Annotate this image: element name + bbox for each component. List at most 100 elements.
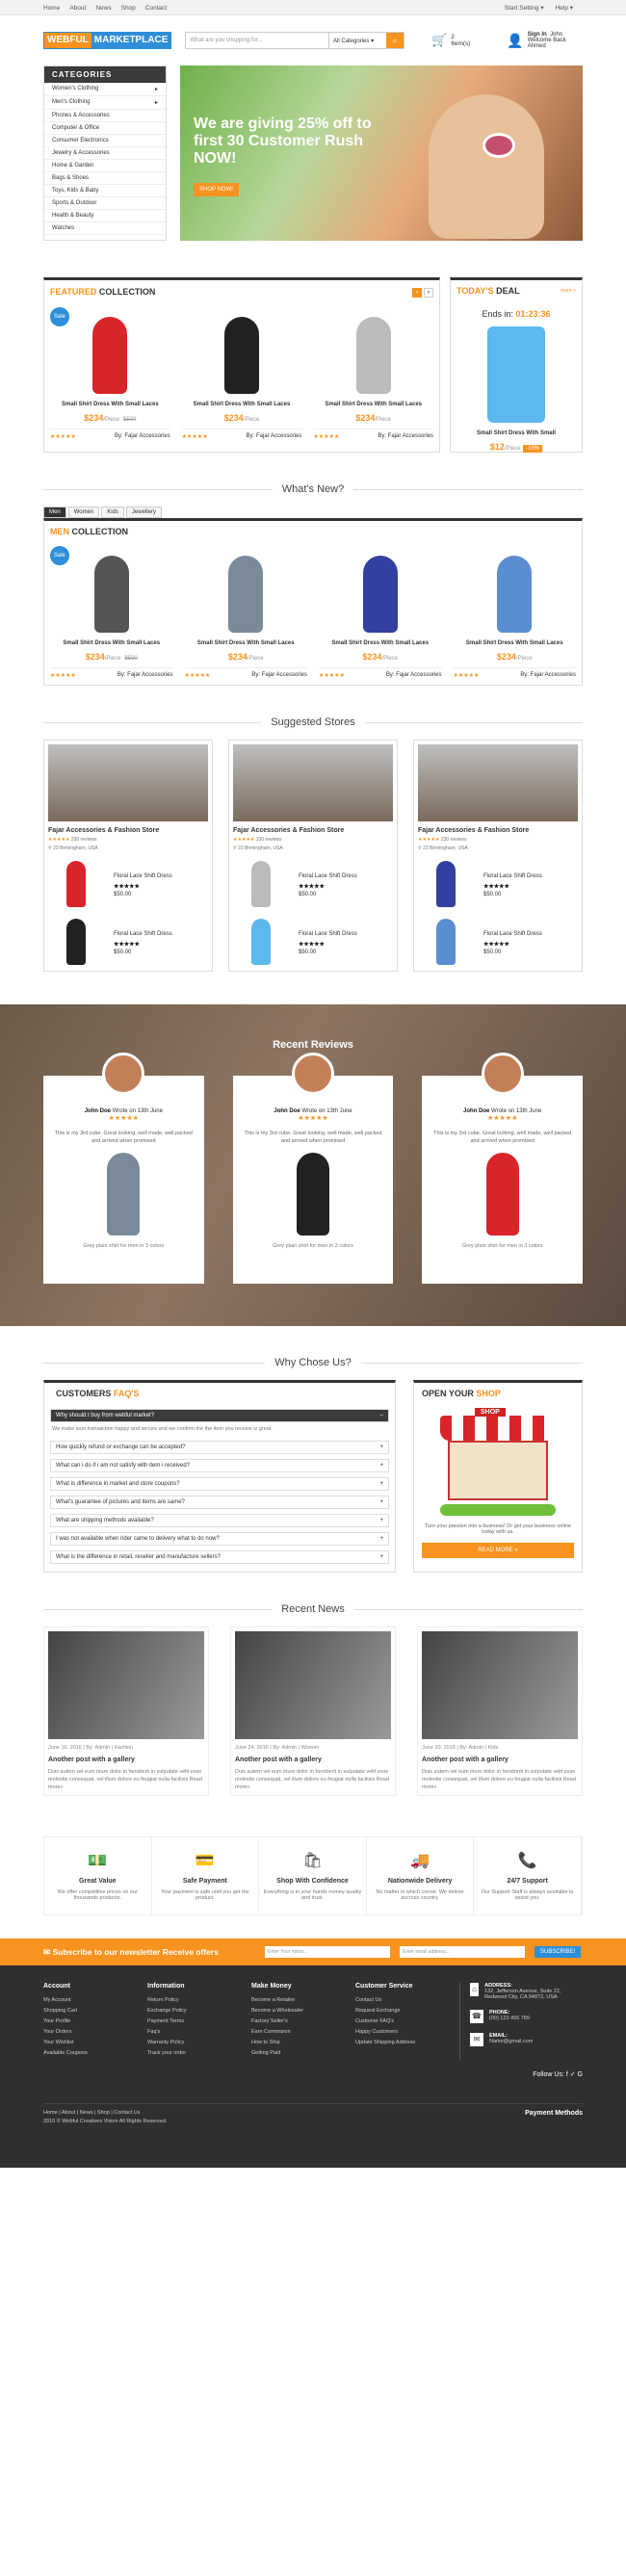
product-name[interactable]: Small Shirt Dress With Small Laces	[454, 640, 577, 646]
store-item[interactable]: Floral Lace Shift Dress ★★★★★ $50.00	[418, 861, 578, 909]
product-image[interactable]	[454, 548, 577, 633]
product-seller[interactable]: By: Fajar Accessories	[386, 672, 442, 679]
footer-link[interactable]: How to Ship	[251, 2040, 336, 2045]
store-name[interactable]: Fajar Accessories & Fashion Store	[418, 827, 578, 834]
search-input[interactable]: What are you shopping for...	[186, 33, 328, 48]
logo[interactable]: WEBFUL MARKETPLACE	[43, 32, 172, 49]
product-seller[interactable]: By: Fajar Accessories	[247, 433, 302, 440]
store-card[interactable]: Fajar Accessories & Fashion Store ★★★★★ 2…	[228, 740, 398, 972]
store-item-name[interactable]: Floral Lace Shift Dress	[114, 931, 172, 937]
product-image[interactable]	[185, 548, 308, 633]
footer-link[interactable]: Getting Paid	[251, 2050, 336, 2056]
faq-item[interactable]: How quickly refund or exchange can be ac…	[50, 1441, 389, 1454]
store-item[interactable]: Floral Lace Shift Dress ★★★★★ $50.00	[418, 919, 578, 967]
footer-link[interactable]: Earn Commision	[251, 2029, 336, 2035]
footer-link[interactable]: Your Wishlist	[43, 2040, 128, 2045]
product-card[interactable]: Small Shirt Dress With Small Laces $234/P…	[313, 542, 448, 685]
promo-banner[interactable]: We are giving 25% off to first 30 Custom…	[180, 65, 583, 241]
review-product-image[interactable]	[485, 1153, 519, 1236]
footer-link[interactable]: Faq's	[147, 2029, 232, 2035]
category-item[interactable]: Phones & Accessories	[44, 110, 166, 122]
deal-more-link[interactable]: more >	[561, 288, 576, 294]
news-title[interactable]: Another post with a gallery	[235, 1756, 391, 1763]
store-image[interactable]	[418, 744, 578, 821]
footer-link[interactable]: My Account	[43, 1997, 128, 2003]
category-item[interactable]: Consumer Electronics	[44, 135, 166, 147]
product-card[interactable]: Small Shirt Dress With Small Laces $234/P…	[448, 542, 583, 685]
faq-item[interactable]: I was not available when rider came to d…	[50, 1532, 389, 1546]
news-card[interactable]: June 20, 2016 | By: Admin | Kids Another …	[417, 1626, 583, 1796]
newsletter-email-input[interactable]: Enter email address...	[400, 1946, 525, 1958]
product-image[interactable]	[182, 309, 302, 394]
product-name[interactable]: Small Shirt Dress With Small Laces	[50, 402, 170, 407]
category-item[interactable]: Watches	[44, 222, 166, 235]
footer-link[interactable]: Become a Retailer	[251, 1997, 336, 2003]
news-image[interactable]	[235, 1631, 391, 1739]
footer-link[interactable]: Customer FAQ's	[355, 2018, 440, 2024]
store-item-name[interactable]: Floral Lace Shift Dress	[114, 873, 172, 879]
store-name[interactable]: Fajar Accessories & Fashion Store	[233, 827, 393, 834]
follow-us[interactable]: Follow Us: f ✓ G	[43, 2070, 583, 2078]
tab-kids[interactable]: Kids	[101, 507, 124, 518]
store-item[interactable]: Floral Lace Shift Dress ★★★★★ $50.00	[233, 919, 393, 967]
product-card[interactable]: Small Shirt Dress With Small Laces $234/P…	[307, 303, 439, 446]
next-arrow-icon[interactable]: ›	[424, 288, 433, 298]
product-image[interactable]	[50, 309, 170, 394]
store-item-name[interactable]: Floral Lace Shift Dress	[483, 931, 542, 937]
product-name[interactable]: Small Shirt Dress With Small Laces	[182, 402, 302, 407]
tab-women[interactable]: Women	[67, 507, 100, 518]
footer-link[interactable]: Exchange Policy	[147, 2008, 232, 2014]
faq-item[interactable]: Why should I buy from webful market? –	[50, 1409, 389, 1422]
faq-item[interactable]: What can i do if i am not satisfy with i…	[50, 1459, 389, 1472]
help-menu[interactable]: Help ▾	[556, 5, 573, 12]
news-image[interactable]	[422, 1631, 578, 1739]
category-item[interactable]: Jewelry & Accessories	[44, 147, 166, 160]
footer-link[interactable]: Your Profile	[43, 2018, 128, 2024]
footer-link[interactable]: Return Policy	[147, 1997, 232, 2003]
footer-link[interactable]: Shopping Cart	[43, 2008, 128, 2014]
news-title[interactable]: Another post with a gallery	[48, 1756, 204, 1763]
store-card[interactable]: Fajar Accessories & Fashion Store ★★★★★ 2…	[413, 740, 583, 972]
footer-link[interactable]: Your Orders	[43, 2029, 128, 2035]
prev-arrow-icon[interactable]: ‹	[412, 288, 422, 298]
product-image[interactable]	[319, 548, 442, 633]
news-title[interactable]: Another post with a gallery	[422, 1756, 578, 1763]
review-product-image[interactable]	[107, 1153, 141, 1236]
store-item[interactable]: Floral Lace Shift Dress ★★★★★ $50.00	[233, 861, 393, 909]
product-seller[interactable]: By: Fajar Accessories	[117, 672, 173, 679]
deal-product-image[interactable]	[487, 326, 545, 423]
product-image[interactable]	[50, 548, 173, 633]
footer-link[interactable]: Track your order	[147, 2050, 232, 2056]
faq-item[interactable]: What is difference in market and store c…	[50, 1477, 389, 1491]
product-seller[interactable]: By: Fajar Accessories	[251, 672, 307, 679]
subscribe-button[interactable]: SUBSCRIBE!	[535, 1946, 582, 1958]
deal-product-name[interactable]: Small Shirt Dress With Small	[451, 430, 582, 436]
news-card[interactable]: June 16, 2016 | By: Admin | Fashion Anoth…	[43, 1626, 209, 1796]
faq-item[interactable]: What is the difference in retail, resell…	[50, 1550, 389, 1564]
top-nav-news[interactable]: News	[95, 5, 111, 12]
search-button[interactable]: ⌕	[386, 33, 404, 48]
product-card[interactable]: Small Shirt Dress With Small Laces $234/P…	[179, 542, 314, 685]
top-nav-contact[interactable]: Contact	[145, 5, 167, 12]
product-card[interactable]: Sale Small Shirt Dress With Small Laces $2…	[44, 542, 179, 685]
product-image[interactable]	[313, 309, 433, 394]
review-product-image[interactable]	[297, 1153, 329, 1236]
footer-link[interactable]: Request Exchange	[355, 2008, 440, 2014]
shop-now-button[interactable]: SHOP NOW!	[194, 183, 239, 196]
store-name[interactable]: Fajar Accessories & Fashion Store	[48, 827, 208, 834]
store-item[interactable]: Floral Lace Shift Dress ★★★★★ $50.00	[48, 861, 208, 909]
category-item[interactable]: Women's Clothing ▸	[44, 83, 166, 96]
store-card[interactable]: Fajar Accessories & Fashion Store ★★★★★ 2…	[43, 740, 213, 972]
store-image[interactable]	[233, 744, 393, 821]
store-item-name[interactable]: Floral Lace Shift Dress	[483, 873, 542, 879]
category-item[interactable]: Toys, Kids & Baby	[44, 185, 166, 197]
category-item[interactable]: Health & Beauty	[44, 210, 166, 222]
category-item[interactable]: Sports & Outdoor	[44, 197, 166, 210]
footer-link[interactable]: Warranty Policy	[147, 2040, 232, 2045]
product-name[interactable]: Small Shirt Dress With Small Laces	[319, 640, 442, 646]
newsletter-name-input[interactable]: Enter Your name...	[265, 1946, 390, 1958]
top-nav-about[interactable]: About	[69, 5, 86, 12]
product-name[interactable]: Small Shirt Dress With Small Laces	[313, 402, 433, 407]
category-item[interactable]: Men's Clothing ▸	[44, 96, 166, 110]
product-name[interactable]: Small Shirt Dress With Small Laces	[185, 640, 308, 646]
